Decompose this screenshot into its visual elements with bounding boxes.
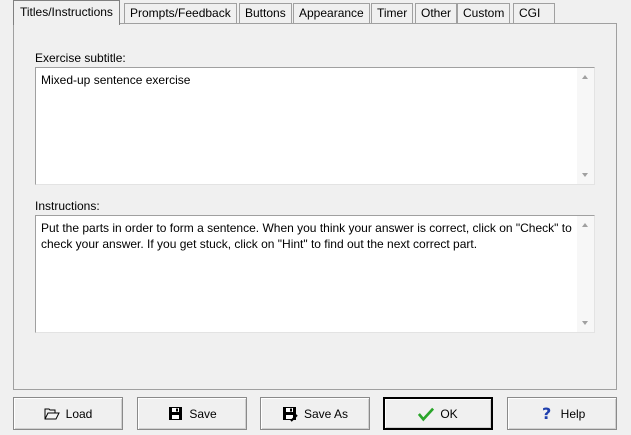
help-label: Help xyxy=(560,406,586,421)
subtitle-text: Mixed-up sentence exercise xyxy=(41,73,191,87)
tab-custom[interactable]: Custom xyxy=(457,3,511,23)
ok-button[interactable]: OK xyxy=(383,397,493,430)
checkmark-icon xyxy=(418,406,435,422)
tab-prompts-feedback[interactable]: Prompts/Feedback xyxy=(124,3,237,23)
tab-buttons[interactable]: Buttons xyxy=(239,3,292,23)
save-as-button[interactable]: Save As xyxy=(260,397,370,430)
ok-label: OK xyxy=(440,406,458,421)
tab-titles-instructions[interactable]: Titles/Instructions xyxy=(13,0,120,25)
tab-cgi[interactable]: CGI xyxy=(513,3,555,23)
subtitle-scrollbar[interactable] xyxy=(577,68,594,184)
save-label: Save xyxy=(189,406,217,421)
tab-timer[interactable]: Timer xyxy=(371,3,414,23)
tab-appearance[interactable]: Appearance xyxy=(293,3,370,23)
save-as-label: Save As xyxy=(303,406,349,421)
folder-open-icon xyxy=(44,406,60,422)
save-button[interactable]: Save xyxy=(137,397,247,430)
load-button[interactable]: Load xyxy=(13,397,123,430)
load-label: Load xyxy=(65,406,93,421)
subtitle-field[interactable]: Mixed-up sentence exercise xyxy=(35,67,595,185)
help-button[interactable]: ? Help xyxy=(507,397,617,430)
instructions-label: Instructions: xyxy=(35,199,100,213)
scroll-down-arrow-icon[interactable] xyxy=(582,321,588,325)
instructions-field[interactable]: Put the parts in order to form a sentenc… xyxy=(35,215,595,333)
floppy-disk-icon xyxy=(167,406,183,422)
scroll-up-arrow-icon[interactable] xyxy=(582,223,588,227)
instructions-text: Put the parts in order to form a sentenc… xyxy=(41,221,576,251)
question-mark-icon: ? xyxy=(542,404,552,423)
scroll-up-arrow-icon[interactable] xyxy=(582,75,588,79)
scroll-down-arrow-icon[interactable] xyxy=(582,173,588,177)
tab-other[interactable]: Other xyxy=(415,3,458,23)
instructions-scrollbar[interactable] xyxy=(577,216,594,332)
subtitle-label: Exercise subtitle: xyxy=(35,51,126,65)
floppy-disk-edit-icon xyxy=(282,406,298,422)
